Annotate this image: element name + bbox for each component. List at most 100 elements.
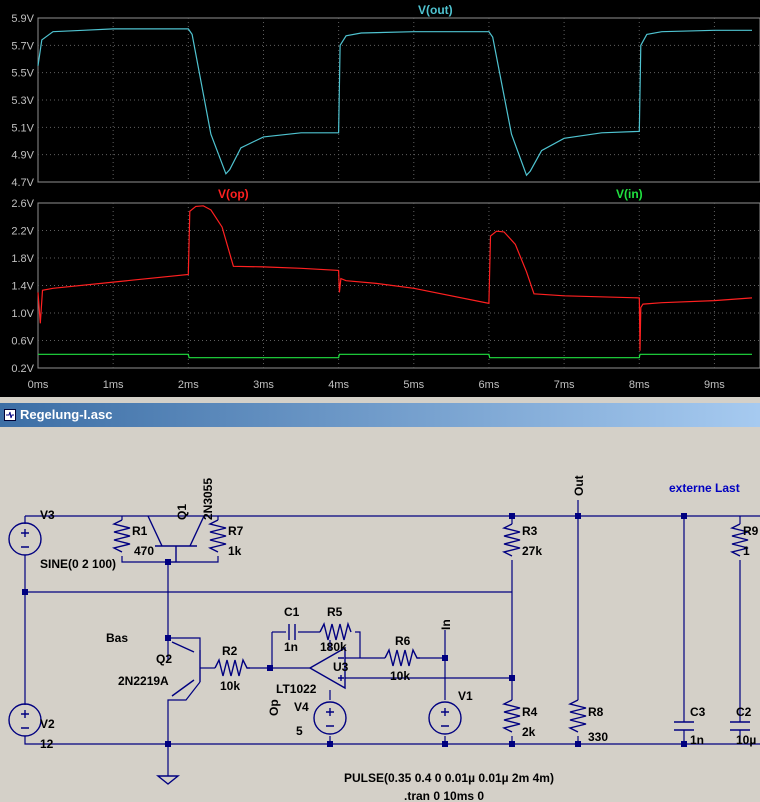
x-tick-label: 6ms [479,379,500,391]
resistor-r8[interactable] [567,699,587,733]
x-tick-label: 9ms [704,379,725,391]
label-r7-value: 1k [228,544,242,558]
label-c2: C2 [736,705,752,719]
plot-pane-bottom[interactable]: 2.6V 2.2V 1.8V 1.4V 1.0V 0.6V 0.2V V(op) V(in) [11,187,760,375]
label-c2-value: 10µ [736,733,756,747]
schematic-title-bar[interactable]: Regelung-I.asc [0,403,760,427]
source-v2[interactable] [8,703,42,737]
y-tick-label: 1.4V [11,281,34,293]
schematic-canvas[interactable]: V3 SINE(0 2 100) R1 470 R7 1k Q1 2N3055 … [0,431,760,802]
label-r2-value: 10k [220,679,240,693]
label-q1: Q1 [175,504,189,520]
label-q2: Q2 [156,652,172,666]
plot-pane-top[interactable]: 5.9V 5.7V 5.5V 5.3V 5.1V 4.9V 4.7V V(out) [11,3,760,189]
label-c3: C3 [690,705,706,719]
label-r9: R9 [743,524,759,538]
label-c1-value: 1n [284,640,298,654]
label-r7: R7 [228,524,244,538]
label-r1: R1 [132,524,148,538]
label-r5: R5 [327,605,343,619]
source-v4[interactable] [313,701,347,735]
label-r6: R6 [395,634,411,648]
ltspice-window: 5.9V 5.7V 5.5V 5.3V 5.1V 4.9V 4.7V V(out) 2.6V 2… [0,0,760,802]
x-tick-label: 0ms [28,379,49,391]
label-r3-value: 27k [522,544,542,558]
waveform-viewer[interactable]: 5.9V5.7V5.5V5.3V5.1V4.9V4.7VV(out) 2.6V2… [0,0,760,397]
label-r4-value: 2k [522,725,536,739]
label-r2: R2 [222,644,238,658]
resistor-r7[interactable] [207,519,227,553]
y-tick-label: 1.0V [11,308,34,320]
label-v4: V4 [294,700,309,714]
label-r8-value: 330 [588,730,608,744]
x-axis: 0ms 1ms 2ms 3ms 4ms 5ms 6ms 7ms 8ms 9ms [28,379,726,391]
label-tran-directive: .tran 0 10ms 0 [404,789,484,802]
source-v1[interactable] [428,701,462,735]
label-in: In [439,619,453,630]
label-v3: V3 [40,508,55,522]
schematic-title: Regelung-I.asc [20,407,113,422]
x-tick-label: 2ms [178,379,199,391]
label-q1-model: 2N3055 [201,478,215,520]
label-sine: SINE(0 2 100) [40,557,116,571]
schematic-icon [4,409,16,421]
resistor-r1[interactable] [111,519,131,553]
x-tick-label: 4ms [328,379,349,391]
y-tick-label: 4.9V [11,150,34,162]
label-r3: R3 [522,524,538,538]
series-line-V(out)[interactable] [37,28,752,177]
y-tick-label: 2.6V [11,198,34,210]
resistor-r4[interactable] [501,699,521,733]
label-r8: R8 [588,705,604,719]
resistor-r2[interactable] [214,657,250,677]
label-u3-model: LT1022 [276,682,317,696]
series-label-V(in)[interactable]: V(in) [616,187,643,201]
x-tick-label: 3ms [253,379,274,391]
wires [24,500,760,776]
resistor-r3[interactable] [501,523,521,557]
capacitor-c2[interactable] [730,721,750,731]
y-tick-label: 1.8V [11,253,34,265]
label-c3-value: 1n [690,733,704,747]
label-r6-value: 10k [390,669,410,683]
label-r4: R4 [522,705,538,719]
capacitor-c1[interactable] [288,624,296,640]
y-tick-label: 5.1V [11,122,34,134]
series-label-V(op)[interactable]: V(op) [218,187,249,201]
label-c1: C1 [284,605,300,619]
label-r5-value: 180k [320,640,347,654]
label-bas: Bas [106,631,128,645]
source-v3[interactable] [8,522,42,556]
label-q2-model: 2N2219A [118,674,169,688]
y-tick-label: 0.2V [11,363,34,375]
label-v4-value: 5 [296,724,303,738]
ground-symbol [156,775,180,785]
resistor-r6[interactable] [384,647,420,667]
y-tick-label: 5.5V [11,68,34,80]
resistor-r5[interactable] [319,621,352,641]
label-v2: V2 [40,717,55,731]
label-externe-last: externe Last [669,481,740,495]
y-tick-label: 4.7V [11,177,34,189]
y-tick-label: 5.7V [11,40,34,52]
series-line-V(op)[interactable] [37,205,753,351]
transistor-q1[interactable] [147,515,205,562]
label-r1-value: 470 [134,544,154,558]
label-op: Op [267,699,281,716]
x-tick-label: 8ms [629,379,650,391]
label-v1: V1 [458,689,473,703]
component-labels: V3 SINE(0 2 100) R1 470 R7 1k Q1 2N3055 … [40,475,759,802]
x-tick-label: 7ms [554,379,575,391]
y-tick-label: 5.9V [11,13,34,25]
y-tick-label: 5.3V [11,95,34,107]
label-u3: U3 [333,660,349,674]
capacitor-c3[interactable] [674,721,694,731]
y-tick-label: 0.6V [11,336,34,348]
series-label-V(out)[interactable]: V(out) [418,3,453,17]
label-pulse-directive: PULSE(0.35 0.4 0 0.01µ 0.01µ 2m 4m) [344,771,554,785]
y-tick-label: 2.2V [11,226,34,238]
x-tick-label: 1ms [103,379,124,391]
x-tick-label: 5ms [403,379,424,391]
series-line-V(in)[interactable] [38,353,752,359]
label-r9-value: 1 [743,544,750,558]
